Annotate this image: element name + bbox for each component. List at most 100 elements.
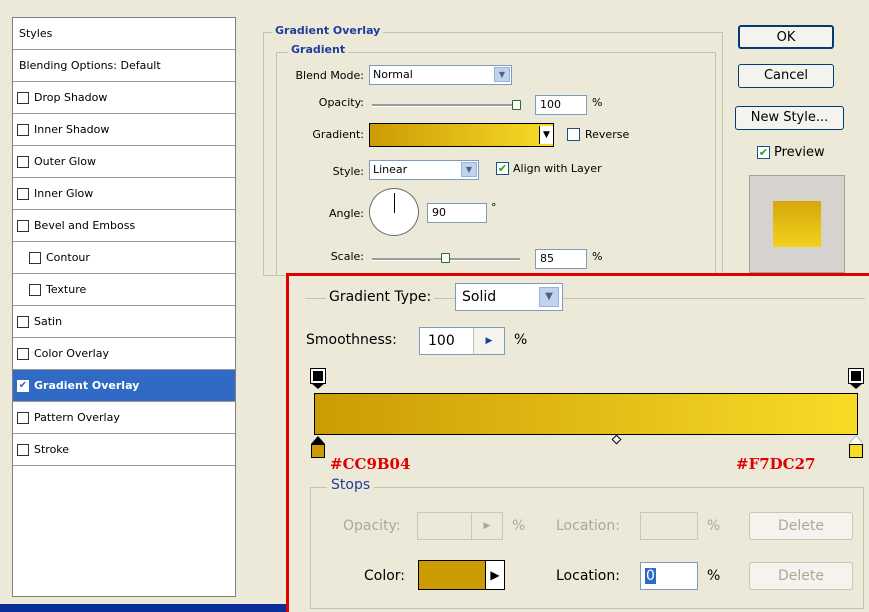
- opacity-stop-right-icon[interactable]: [848, 368, 864, 389]
- style-item-bevel-and-emboss[interactable]: Bevel and Emboss: [13, 210, 235, 242]
- stop-opacity-location-label: Location:: [556, 518, 620, 534]
- angle-unit: °: [491, 201, 497, 214]
- style-item-checkbox[interactable]: [29, 283, 41, 296]
- style-item-stroke[interactable]: Stroke: [13, 434, 235, 466]
- stop-opacity-unit: %: [512, 518, 526, 534]
- ok-button[interactable]: OK: [738, 25, 834, 49]
- style-item-label: Outer Glow: [34, 155, 97, 168]
- stop-color-location-value: 0: [645, 568, 656, 584]
- gradient-preview[interactable]: [369, 123, 554, 147]
- style-item-contour[interactable]: Contour: [13, 242, 235, 274]
- style-item-checkbox[interactable]: [17, 219, 29, 232]
- blending-options-item[interactable]: Blending Options: Default: [13, 50, 235, 82]
- chevron-down-icon: ▼: [461, 162, 477, 177]
- color-stop-right-icon[interactable]: [849, 436, 863, 460]
- opacity-input[interactable]: 100: [535, 95, 587, 115]
- styles-list: Styles Blending Options: Default Drop Sh…: [12, 17, 236, 597]
- gradient-type-select[interactable]: Solid ▼: [455, 283, 563, 311]
- stop-color-location-input[interactable]: 0: [640, 562, 698, 590]
- style-item-color-overlay[interactable]: Color Overlay: [13, 338, 235, 370]
- color-stop-left-icon[interactable]: [311, 436, 325, 460]
- stops-group: [310, 487, 864, 609]
- smoothness-value: 100: [428, 333, 455, 349]
- style-item-checkbox[interactable]: [17, 347, 29, 360]
- style-item-label: Inner Shadow: [34, 123, 110, 136]
- style-item-label: Satin: [34, 315, 63, 328]
- style-item-label: Drop Shadow: [34, 91, 108, 104]
- midpoint-diamond-icon[interactable]: [611, 434, 622, 445]
- left-color-hex-annotation: #CC9B04: [330, 455, 411, 473]
- chevron-down-icon: ▼: [494, 67, 510, 82]
- stepper-arrow-icon[interactable]: ▶: [473, 328, 504, 354]
- reverse-label: Reverse: [585, 128, 630, 141]
- scale-slider-thumb[interactable]: [441, 253, 450, 263]
- style-item-checkbox[interactable]: [17, 411, 29, 424]
- stop-opacity-location-input: [640, 512, 698, 540]
- gradient-bar[interactable]: [314, 393, 858, 435]
- style-item-label: Texture: [46, 283, 87, 296]
- stop-color-label: Color:: [364, 568, 406, 584]
- style-item-checkbox[interactable]: [17, 443, 29, 456]
- style-item-label: Pattern Overlay: [34, 411, 120, 424]
- opacity-slider-thumb[interactable]: [512, 100, 521, 110]
- chevron-down-icon: ▼: [539, 287, 559, 307]
- angle-input[interactable]: 90: [427, 203, 487, 223]
- blend-mode-value: Normal: [373, 68, 413, 81]
- align-with-layer-checkbox[interactable]: ✔: [496, 162, 509, 175]
- style-item-satin[interactable]: Satin: [13, 306, 235, 338]
- scale-unit: %: [592, 250, 603, 263]
- style-item-gradient-overlay[interactable]: ✔ Gradient Overlay: [13, 370, 235, 402]
- align-with-layer-label: Align with Layer: [513, 162, 602, 175]
- smoothness-label: Smoothness:: [306, 332, 397, 348]
- color-picker-arrow-icon[interactable]: ▶: [485, 561, 504, 589]
- style-label: Style:: [332, 165, 364, 178]
- stop-color-swatch[interactable]: ▶: [418, 560, 505, 590]
- style-item-checkbox[interactable]: [17, 315, 29, 328]
- new-style-button[interactable]: New Style...: [735, 106, 844, 130]
- style-item-checkbox[interactable]: [17, 123, 29, 136]
- taskbar-strip: [0, 604, 286, 612]
- stops-title: Stops: [327, 477, 375, 493]
- style-item-texture[interactable]: Texture: [13, 274, 235, 306]
- style-item-label: Contour: [46, 251, 90, 264]
- style-item-checkbox[interactable]: [17, 187, 29, 200]
- gradient-editor-panel: Gradient Type: Solid ▼ Smoothness: 100 ▶…: [286, 273, 869, 612]
- gradient-dropdown-arrow-icon[interactable]: ▼: [539, 126, 553, 144]
- reverse-checkbox[interactable]: [567, 128, 580, 141]
- style-item-checkbox[interactable]: [17, 155, 29, 168]
- style-item-pattern-overlay[interactable]: Pattern Overlay: [13, 402, 235, 434]
- style-item-label: Gradient Overlay: [34, 379, 140, 392]
- style-item-label: Inner Glow: [34, 187, 94, 200]
- style-item-checkbox[interactable]: ✔: [17, 379, 29, 392]
- stop-opacity-location-unit: %: [707, 518, 721, 534]
- style-select[interactable]: Linear ▼: [369, 160, 479, 180]
- gradient-label: Gradient:: [312, 128, 364, 141]
- stop-opacity-input: ▶: [417, 512, 503, 540]
- stop-color-location-unit: %: [707, 568, 721, 584]
- delete-opacity-stop-button: Delete: [749, 512, 853, 540]
- styles-header[interactable]: Styles: [13, 18, 235, 50]
- style-item-label: Color Overlay: [34, 347, 109, 360]
- style-item-outer-glow[interactable]: Outer Glow: [13, 146, 235, 178]
- scale-input[interactable]: 85: [535, 249, 587, 269]
- opacity-slider[interactable]: [372, 104, 520, 107]
- preview-checkbox[interactable]: ✔: [757, 146, 770, 159]
- gradient-type-label: Gradient Type:: [326, 289, 435, 305]
- opacity-label: Opacity:: [318, 96, 364, 109]
- style-item-drop-shadow[interactable]: Drop Shadow: [13, 82, 235, 114]
- style-item-label: Bevel and Emboss: [34, 219, 136, 232]
- blend-mode-select[interactable]: Normal ▼: [369, 65, 512, 85]
- style-item-inner-glow[interactable]: Inner Glow: [13, 178, 235, 210]
- opacity-stop-left-icon[interactable]: [310, 368, 326, 389]
- smoothness-unit: %: [514, 332, 528, 348]
- style-item-checkbox[interactable]: [17, 91, 29, 104]
- blend-mode-label: Blend Mode:: [295, 69, 365, 82]
- style-item-checkbox[interactable]: [29, 251, 41, 264]
- stop-opacity-label: Opacity:: [343, 518, 401, 534]
- style-item-inner-shadow[interactable]: Inner Shadow: [13, 114, 235, 146]
- cancel-button[interactable]: Cancel: [738, 64, 834, 88]
- smoothness-input[interactable]: 100 ▶: [419, 327, 505, 355]
- angle-dial[interactable]: [369, 188, 419, 236]
- gradient-type-value: Solid: [462, 289, 497, 305]
- stop-color-location-label: Location:: [556, 568, 620, 584]
